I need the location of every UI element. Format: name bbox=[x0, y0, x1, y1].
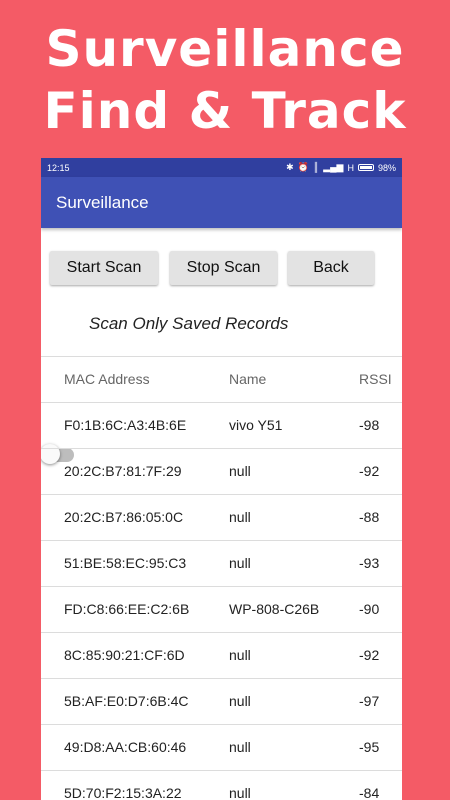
cell-rssi: -90 bbox=[359, 601, 380, 617]
header-name: Name bbox=[229, 371, 267, 387]
action-buttons: Start Scan Stop Scan Back bbox=[41, 228, 402, 288]
promo-title-line2: Find & Track bbox=[43, 82, 407, 140]
cell-mac: 20:2C:B7:86:05:0C bbox=[64, 509, 184, 525]
device-table: MAC Address Name RSSI F0:1B:6C:A3:4B:6E v… bbox=[41, 356, 402, 800]
table-row[interactable]: 5D:70:F2:15:3A:22 null -84 bbox=[41, 770, 402, 800]
cell-rssi: -92 bbox=[359, 463, 380, 479]
battery-percent: 98% bbox=[377, 162, 396, 173]
battery-icon bbox=[357, 164, 374, 171]
app-bar: Surveillance bbox=[41, 177, 402, 228]
cell-name: null bbox=[229, 555, 251, 571]
stop-scan-button[interactable]: Stop Scan bbox=[170, 251, 277, 285]
cell-name: null bbox=[229, 693, 251, 709]
cell-rssi: -93 bbox=[359, 555, 380, 571]
cell-mac: 5D:70:F2:15:3A:22 bbox=[64, 785, 182, 800]
cell-name: null bbox=[229, 463, 251, 479]
cell-name: null bbox=[229, 739, 251, 755]
network-type: H bbox=[347, 162, 354, 173]
table-row[interactable]: 8C:85:90:21:CF:6D null -92 bbox=[41, 632, 402, 678]
cell-name: WP-808-C26B bbox=[229, 601, 320, 617]
status-icons: ✱ ⏰ ║ ▂▄▆ H 98% bbox=[286, 163, 396, 173]
cell-rssi: -98 bbox=[359, 417, 380, 433]
alarm-icon: ⏰ bbox=[297, 162, 309, 172]
vibrate-icon: ║ bbox=[312, 162, 320, 172]
cell-rssi: -92 bbox=[359, 647, 380, 663]
phone-screen: 12:15 ✱ ⏰ ║ ▂▄▆ H 98% Surveillance Start… bbox=[41, 158, 402, 800]
cell-rssi: -84 bbox=[359, 785, 380, 800]
promo-title-line1: Surveillance bbox=[45, 20, 405, 78]
table-row[interactable]: 20:2C:B7:86:05:0C null -88 bbox=[41, 494, 402, 540]
cell-mac: 51:BE:58:EC:95:C3 bbox=[64, 555, 187, 571]
table-row[interactable]: FD:C8:66:EE:C2:6B WP-808-C26B -90 bbox=[41, 586, 402, 632]
table-header-row: MAC Address Name RSSI bbox=[41, 356, 402, 402]
back-button[interactable]: Back bbox=[288, 251, 374, 285]
header-mac: MAC Address bbox=[64, 371, 150, 387]
header-rssi: RSSI bbox=[359, 371, 392, 387]
saved-records-label: Scan Only Saved Records bbox=[89, 314, 289, 333]
cell-rssi: -95 bbox=[359, 739, 380, 755]
status-time: 12:15 bbox=[47, 162, 70, 173]
signal-icon: ▂▄▆ bbox=[323, 162, 344, 172]
cell-mac: 20:2C:B7:81:7F:29 bbox=[64, 463, 182, 479]
table-row[interactable]: F0:1B:6C:A3:4B:6E vivo Y51 -98 bbox=[41, 402, 402, 448]
cell-rssi: -97 bbox=[359, 693, 380, 709]
cell-name: null bbox=[229, 785, 251, 800]
status-bar: 12:15 ✱ ⏰ ║ ▂▄▆ H 98% bbox=[41, 158, 402, 177]
table-row[interactable]: 20:2C:B7:81:7F:29 null -92 bbox=[41, 448, 402, 494]
cell-name: vivo Y51 bbox=[229, 417, 283, 433]
promo-header: Surveillance Find & Track bbox=[0, 18, 450, 142]
cell-mac: F0:1B:6C:A3:4B:6E bbox=[64, 417, 187, 433]
cell-mac: 5B:AF:E0:D7:6B:4C bbox=[64, 693, 189, 709]
app-title: Surveillance bbox=[56, 192, 149, 212]
cell-mac: 49:D8:AA:CB:60:46 bbox=[64, 739, 187, 755]
table-row[interactable]: 49:D8:AA:CB:60:46 null -95 bbox=[41, 724, 402, 770]
table-row[interactable]: 5B:AF:E0:D7:6B:4C null -97 bbox=[41, 678, 402, 724]
table-row[interactable]: 51:BE:58:EC:95:C3 null -93 bbox=[41, 540, 402, 586]
cell-mac: 8C:85:90:21:CF:6D bbox=[64, 647, 185, 663]
bluetooth-icon: ✱ bbox=[286, 162, 294, 172]
cell-rssi: -88 bbox=[359, 509, 380, 525]
cell-name: null bbox=[229, 647, 251, 663]
start-scan-button[interactable]: Start Scan bbox=[50, 251, 158, 285]
cell-name: null bbox=[229, 509, 251, 525]
cell-mac: FD:C8:66:EE:C2:6B bbox=[64, 601, 190, 617]
